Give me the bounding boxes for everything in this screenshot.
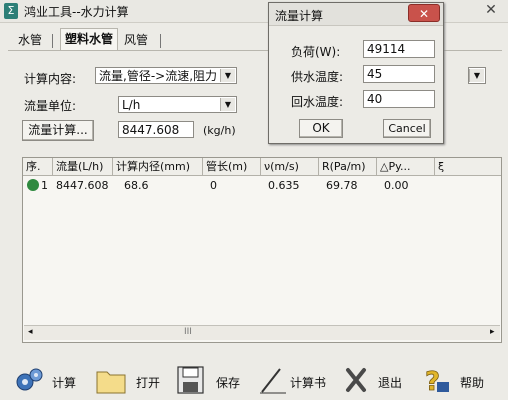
- save-button[interactable]: 保存: [176, 366, 244, 396]
- folder-icon: [96, 371, 126, 394]
- column-header[interactable]: 管长(m): [203, 158, 261, 176]
- help-label: 帮助: [460, 376, 485, 390]
- flow-calc-dialog: 流量计算 ✕ 负荷(W): 49114 供水温度: 45 回水温度: 40 OK…: [268, 2, 444, 144]
- column-header[interactable]: 流量(L/h): [53, 158, 113, 176]
- flow-calc-button[interactable]: 流量计算...: [22, 120, 94, 141]
- calc-content-select[interactable]: 流量,管径->流速,阻力 ▼: [95, 67, 237, 84]
- report-label: 计算书: [290, 376, 327, 390]
- tab-air-duct[interactable]: 风管: [120, 30, 152, 50]
- chevron-down-icon[interactable]: ▼: [220, 98, 235, 111]
- secondary-select[interactable]: ▼: [468, 67, 486, 84]
- report-button[interactable]: 计算书: [258, 366, 330, 396]
- dialog-title: 流量计算: [275, 9, 324, 23]
- tab-water-pipe[interactable]: 水管: [14, 30, 46, 50]
- load-label: 负荷(W):: [291, 45, 341, 59]
- calculate-button[interactable]: 计算: [14, 366, 86, 396]
- table-cell[interactable]: 69.78: [323, 177, 373, 194]
- table-cell[interactable]: 8447.608: [53, 177, 113, 194]
- table-cell[interactable]: 1: [39, 177, 53, 194]
- flow-unit-suffix: (kg/h): [203, 124, 236, 137]
- calc-content-value: 流量,管径->流速,阻力: [99, 69, 218, 83]
- dialog-titlebar[interactable]: 流量计算 ✕: [269, 3, 443, 26]
- flow-unit-value: L/h: [122, 98, 141, 112]
- exit-button[interactable]: 退出: [344, 366, 410, 396]
- column-header[interactable]: △Py...: [377, 158, 435, 176]
- close-icon[interactable]: ✕: [480, 1, 502, 19]
- flow-unit-select[interactable]: L/h ▼: [118, 96, 237, 113]
- open-label: 打开: [136, 376, 161, 390]
- flow-value-field[interactable]: 8447.608: [118, 121, 194, 138]
- gears-icon: [16, 368, 43, 391]
- floppy-disk-icon: [177, 366, 204, 394]
- tab-separator: [52, 34, 53, 48]
- load-input[interactable]: 49114: [363, 40, 435, 58]
- app-icon: Σ: [4, 3, 18, 19]
- tab-separator: [160, 34, 161, 48]
- column-header[interactable]: ν(m/s): [261, 158, 319, 176]
- help-button[interactable]: ? 帮助: [422, 366, 490, 396]
- pipe-status-icon: [27, 179, 39, 191]
- open-button[interactable]: 打开: [96, 366, 164, 396]
- exit-label: 退出: [378, 376, 403, 390]
- close-icon[interactable]: ✕: [408, 4, 440, 22]
- save-label: 保存: [216, 376, 241, 390]
- calc-content-label: 计算内容:: [24, 72, 77, 86]
- supply-temp-input[interactable]: 45: [363, 65, 435, 83]
- return-temp-label: 回水温度:: [291, 95, 344, 109]
- results-table[interactable]: 序. 流量(L/h) 计算内径(mm) 管长(m) ν(m/s) R(Pa/m)…: [22, 157, 502, 343]
- scroll-right-icon[interactable]: ▸: [490, 327, 495, 337]
- column-header[interactable]: 序.: [23, 158, 53, 176]
- close-x-icon: [346, 368, 366, 392]
- help-question-icon: ?: [425, 367, 449, 394]
- chevron-down-icon[interactable]: ▼: [220, 69, 235, 82]
- chevron-down-icon[interactable]: ▼: [469, 69, 484, 82]
- column-header[interactable]: 计算内径(mm): [113, 158, 203, 176]
- calculate-label: 计算: [52, 376, 77, 390]
- window-title: 鸿业工具--水力计算: [24, 5, 129, 19]
- pen-icon: [260, 368, 286, 394]
- supply-temp-label: 供水温度:: [291, 70, 344, 84]
- table-cell[interactable]: 68.6: [121, 177, 201, 194]
- ok-button[interactable]: OK: [299, 119, 343, 138]
- column-header[interactable]: ξ: [435, 158, 501, 176]
- table-cell[interactable]: 0: [207, 177, 257, 194]
- column-header[interactable]: R(Pa/m): [319, 158, 377, 176]
- table-cell[interactable]: 0.635: [265, 177, 315, 194]
- scroll-thumb[interactable]: III: [184, 327, 192, 337]
- table-cell[interactable]: 0.00: [381, 177, 431, 194]
- return-temp-input[interactable]: 40: [363, 90, 435, 108]
- horizontal-scrollbar[interactable]: ◂ III ▸: [24, 325, 500, 340]
- scroll-left-icon[interactable]: ◂: [28, 327, 33, 337]
- tab-plastic-pipe[interactable]: 塑料水管: [60, 28, 119, 51]
- flow-unit-label: 流量单位:: [24, 99, 77, 113]
- cancel-button[interactable]: Cancel: [383, 119, 431, 138]
